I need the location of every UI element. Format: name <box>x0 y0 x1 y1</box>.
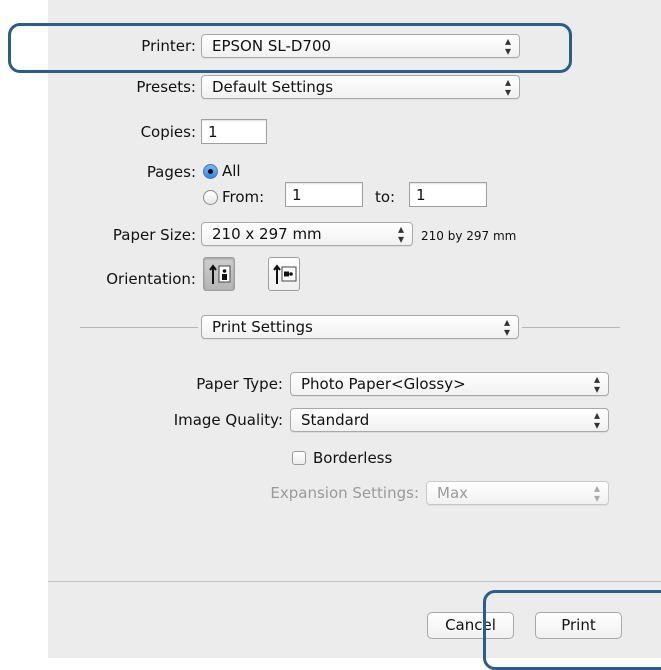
section-value: Print Settings <box>212 318 313 336</box>
portrait-orientation-button[interactable] <box>203 257 235 291</box>
paper-size-label: Paper Size: <box>112 226 196 244</box>
updown-arrows-icon: ▴ ▾ <box>503 315 510 339</box>
updown-arrows-icon: ▴ ▾ <box>504 75 511 99</box>
portrait-orientation-icon <box>209 264 231 284</box>
copies-input[interactable] <box>202 120 266 143</box>
copies-label: Copies: <box>140 123 196 141</box>
borderless-label: Borderless <box>313 449 393 467</box>
updown-arrows-icon: ▴ ▾ <box>397 222 404 246</box>
landscape-orientation-icon <box>273 264 297 284</box>
pages-from-field[interactable] <box>285 182 363 207</box>
paper-type-value: Photo Paper<Glossy> <box>301 375 466 393</box>
section-popup[interactable]: Print Settings ▴ ▾ <box>201 315 519 339</box>
section-divider-left <box>80 327 198 328</box>
presets-popup[interactable]: Default Settings ▴ ▾ <box>201 75 520 99</box>
copies-field[interactable] <box>201 119 267 144</box>
pages-from-label: From: <box>222 188 265 206</box>
pages-all-label: All <box>222 162 241 180</box>
landscape-orientation-button[interactable] <box>268 257 300 291</box>
image-quality-label: Image Quality: <box>173 411 283 429</box>
borderless-checkbox[interactable] <box>292 451 306 465</box>
paper-size-note: 210 by 297 mm <box>421 229 517 243</box>
presets-value: Default Settings <box>212 78 334 96</box>
pages-from-input[interactable] <box>286 183 362 206</box>
paper-size-value: 210 x 297 mm <box>212 225 322 243</box>
updown-arrows-icon: ▴ ▾ <box>593 408 600 432</box>
pages-all-radio[interactable] <box>203 164 218 179</box>
expansion-popup[interactable]: Max ▴ ▾ <box>426 481 609 505</box>
paper-size-popup[interactable]: 210 x 297 mm ▴ ▾ <box>201 222 413 246</box>
presets-label: Presets: <box>136 78 196 96</box>
buttons-highlight-frame <box>483 590 661 670</box>
printer-highlight-frame <box>8 23 572 73</box>
pages-from-radio[interactable] <box>203 190 218 205</box>
pages-to-input[interactable] <box>410 183 486 206</box>
paper-type-label: Paper Type: <box>196 375 283 393</box>
updown-arrows-icon: ▴ ▾ <box>593 372 600 396</box>
image-quality-value: Standard <box>301 411 370 429</box>
section-divider-right <box>522 327 620 328</box>
updown-arrows-icon: ▴ ▾ <box>593 481 600 505</box>
expansion-label: Expansion Settings: <box>270 484 419 502</box>
pages-to-field[interactable] <box>409 182 487 207</box>
orientation-label: Orientation: <box>106 270 196 288</box>
expansion-value: Max <box>437 484 469 502</box>
paper-type-popup[interactable]: Photo Paper<Glossy> ▴ ▾ <box>290 372 609 396</box>
footer-divider <box>48 581 661 582</box>
image-quality-popup[interactable]: Standard ▴ ▾ <box>290 408 609 432</box>
pages-label: Pages: <box>146 163 196 181</box>
pages-to-label: to: <box>375 188 396 206</box>
